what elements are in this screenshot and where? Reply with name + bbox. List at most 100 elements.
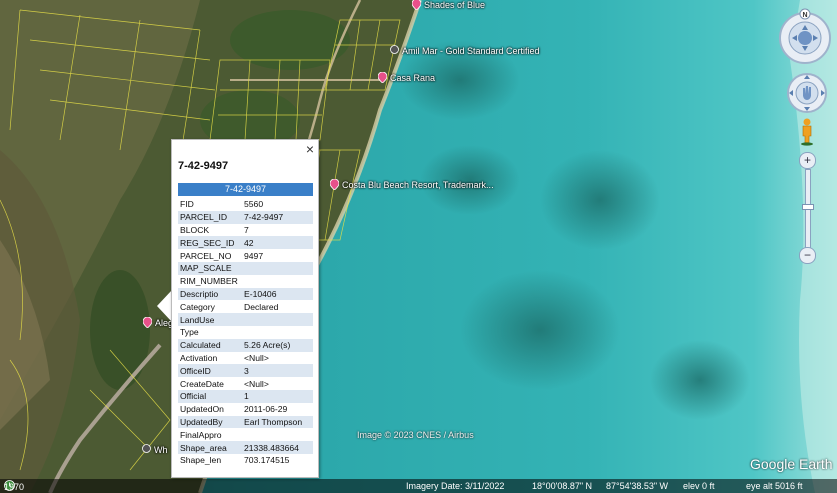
attribute-key: Descriptio — [178, 287, 242, 301]
attribute-value: 9497 — [244, 250, 264, 261]
attribute-key: UpdatedOn — [180, 404, 224, 415]
attribute-row: PARCEL_ID 7-42-9497 — [178, 210, 313, 224]
attribute-key: FID — [180, 199, 194, 210]
pin-icon — [143, 317, 152, 328]
attribute-value: 21338.483664 — [242, 441, 313, 454]
attribute-value: 1 — [242, 389, 313, 403]
latitude: 18°00'08.87" N — [532, 481, 593, 491]
attribute-key: Shape_area — [178, 441, 242, 454]
zoom-out-button[interactable]: − — [799, 247, 816, 264]
attribute-value: <Null> — [244, 352, 269, 363]
zoom-in-button[interactable]: + — [799, 152, 816, 169]
attribute-row: Calculated 5.26 Acre(s) — [178, 338, 313, 352]
attribute-row: BLOCK 7 — [178, 224, 313, 237]
eye-altitude: eye alt 5016 ft — [746, 481, 803, 491]
attribute-value: 3 — [242, 364, 313, 378]
attribute-row: Activation <Null> — [178, 352, 313, 365]
attribute-key: LandUse — [178, 313, 242, 326]
attribute-key: REG_SEC_ID — [178, 236, 242, 250]
attribute-row: FID 5560 — [178, 198, 313, 211]
attribute-key: Calculated — [178, 338, 242, 352]
place-wh[interactable]: Wh — [142, 444, 168, 455]
place-amil-mar[interactable]: Amil Mar - Gold Standard Certified — [390, 45, 540, 56]
attribute-row: REG_SEC_ID 42 — [178, 236, 313, 250]
zoom-slider-track[interactable] — [805, 169, 811, 251]
attribute-row: LandUse — [178, 313, 313, 326]
attribute-key: RIM_NUMBER — [180, 276, 238, 287]
popup-tail — [157, 290, 172, 322]
attribute-value: 7 — [244, 224, 249, 235]
attribute-value — [242, 428, 313, 441]
attribute-key: Type — [180, 327, 199, 338]
attribute-row: MAP_SCALE — [178, 261, 313, 275]
place-label: Costa Blu Beach Resort, Trademark... — [342, 179, 494, 190]
attribute-key: PARCEL_ID — [178, 210, 242, 224]
close-icon[interactable]: × — [306, 142, 314, 156]
attribute-row: RIM_NUMBER — [178, 275, 313, 288]
attribute-value — [242, 326, 313, 339]
historical-imagery-badge[interactable]: 1970 — [4, 480, 24, 492]
attribute-key: Official — [178, 389, 242, 403]
attribute-value: 5560 — [244, 199, 264, 210]
hand-icon — [803, 86, 811, 100]
pin-icon — [390, 45, 399, 56]
attribute-key: MAP_SCALE — [178, 261, 242, 275]
pin-icon — [142, 444, 151, 455]
place-label: Wh — [154, 444, 168, 455]
attribute-value: Declared — [244, 301, 279, 312]
place-label: Amil Mar - Gold Standard Certified — [402, 45, 540, 56]
attribute-key: FinalAppro — [180, 429, 222, 440]
attribute-key: CreateDate — [180, 378, 224, 389]
attribute-value: <Null> — [244, 378, 269, 389]
attribute-value: E-10406 — [242, 287, 313, 301]
attribute-key: Shape_len — [180, 455, 222, 466]
status-bar: 1970 Imagery Date: 3/11/2022 18°00'08.87… — [0, 479, 837, 493]
zoom-slider-handle[interactable] — [802, 204, 814, 210]
attribute-table: FID 5560 PARCEL_ID 7-42-9497 BLOCK 7 REG_SEC_I… — [178, 198, 313, 467]
attribute-row: UpdatedOn 2011-06-29 — [178, 403, 313, 416]
street-view-icon[interactable] — [799, 118, 815, 146]
place-shades-of-blue[interactable]: Shades of Blue — [412, 0, 485, 10]
attribute-value — [242, 275, 313, 288]
attribute-row: OfficeID 3 — [178, 364, 313, 378]
attribute-row: PARCEL_NO 9497 — [178, 249, 313, 262]
attribute-value: 2011-06-29 — [244, 404, 288, 415]
popup-title: 7-42-9497 — [178, 160, 229, 172]
north-icon: N — [802, 12, 807, 19]
attribute-row: Descriptio E-10406 — [178, 287, 313, 301]
imagery-date: Imagery Date: 3/11/2022 — [406, 481, 505, 491]
attribute-value: 42 — [242, 236, 313, 250]
attribute-row: CreateDate <Null> — [178, 377, 313, 390]
elevation: elev 0 ft — [683, 481, 715, 491]
attribute-key: PARCEL_NO — [180, 250, 232, 261]
year-label: 1970 — [4, 482, 25, 492]
attribute-value — [242, 313, 313, 326]
attribute-key: UpdatedBy — [178, 415, 242, 429]
attribute-key: Category — [180, 301, 215, 312]
attribute-key: Activation — [180, 352, 218, 363]
attribute-value: 7-42-9497 — [242, 210, 313, 224]
place-costa-blu[interactable]: Costa Blu Beach Resort, Trademark... — [330, 179, 494, 190]
popup-table-header: 7-42-9497 — [178, 183, 313, 196]
attribute-row: Type — [178, 326, 313, 339]
look-control[interactable]: N — [777, 8, 833, 64]
attribute-value: 703.174515 — [244, 455, 290, 466]
attribute-value: 5.26 Acre(s) — [242, 338, 313, 352]
parcel-popup: × 7-42-9497 7-42-9497 FID 5560 PARCEL_ID 7-… — [171, 139, 319, 478]
move-control[interactable] — [786, 72, 828, 114]
attribute-row: Shape_area 21338.483664 — [178, 441, 313, 454]
pin-icon — [412, 0, 421, 10]
attribute-value — [242, 261, 313, 275]
pin-icon — [330, 179, 339, 190]
attribute-key: OfficeID — [178, 364, 242, 378]
attribute-row: Shape_len 703.174515 — [178, 454, 313, 467]
attribute-key: BLOCK — [180, 224, 210, 235]
google-earth-logo: Google Earth — [750, 456, 833, 472]
place-casa-rana[interactable]: Casa Rana — [378, 72, 435, 83]
attribute-row: UpdatedBy Earl Thompson — [178, 415, 313, 429]
place-label: Shades of Blue — [424, 0, 486, 10]
attribute-row: FinalAppro — [178, 428, 313, 441]
attribute-row: Official 1 — [178, 389, 313, 403]
place-label: Casa Rana — [390, 72, 436, 83]
zoom-control: + − — [799, 152, 816, 264]
